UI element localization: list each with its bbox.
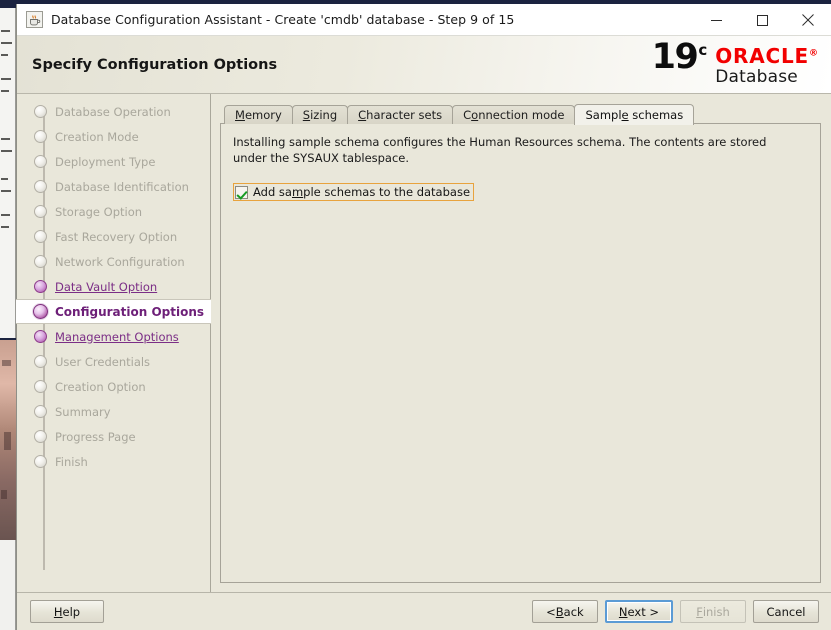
sidebar-item-summary: Summary	[17, 399, 210, 424]
sidebar-item-fast-recovery-option: Fast Recovery Option	[17, 224, 210, 249]
step-node-icon	[34, 430, 47, 443]
step-navigation-sidebar: Database Operation Creation Mode Deploymen…	[16, 94, 211, 592]
window-title: Database Configuration Assistant - Creat…	[51, 12, 515, 27]
step-node-icon	[34, 355, 47, 368]
sidebar-item-label: Fast Recovery Option	[55, 229, 178, 244]
sidebar-item-label: Storage Option	[55, 204, 143, 219]
sidebar-item-label: Management Options	[55, 329, 179, 344]
sidebar-item-creation-option: Creation Option	[17, 374, 210, 399]
step-node-icon	[34, 130, 47, 143]
step-node-icon	[34, 205, 47, 218]
finish-button: Finish	[680, 600, 746, 623]
step-node-icon	[34, 155, 47, 168]
step-node-icon	[34, 230, 47, 243]
sidebar-item-user-credentials: User Credentials	[17, 349, 210, 374]
panel-description: Installing sample schema configures the …	[233, 135, 767, 165]
sidebar-item-database-identification: Database Identification	[17, 174, 210, 199]
add-sample-schemas-label: Add sample schemas to the database	[253, 185, 471, 199]
background-document-window	[0, 8, 16, 338]
page-header: Specify Configuration Options 19 c ORACL…	[17, 36, 831, 94]
step-node-icon	[34, 180, 47, 193]
step-node-icon	[33, 304, 48, 319]
window-body: Database Operation Creation Mode Deploymen…	[16, 94, 831, 592]
page-title: Specify Configuration Options	[32, 56, 278, 73]
sidebar-item-label: Configuration Options	[55, 304, 205, 319]
tab-label: Sizing	[302, 108, 338, 122]
background-lower-window	[0, 540, 16, 630]
title-bar: Database Configuration Assistant - Creat…	[17, 4, 831, 36]
tab-label: Character sets	[358, 108, 443, 122]
sidebar-item-label: Creation Option	[55, 379, 146, 394]
sample-schemas-panel: Installing sample schema configures the …	[220, 123, 821, 583]
button-bar: Help < Back Next > Finish Cancel	[17, 592, 831, 630]
step-node-icon	[34, 280, 47, 293]
dbca-window: Database Configuration Assistant - Creat…	[16, 4, 831, 630]
step-node-icon	[34, 405, 47, 418]
tab-label: Connection mode	[463, 108, 565, 122]
cancel-button[interactable]: Cancel	[753, 600, 819, 623]
help-button[interactable]: Help	[30, 600, 104, 623]
sidebar-item-network-configuration: Network Configuration	[17, 249, 210, 274]
logo-brand-text: ORACLE	[715, 43, 809, 68]
content-area: Memory Sizing Character sets Connection mod…	[211, 94, 831, 592]
sidebar-item-database-operation: Database Operation	[17, 99, 210, 124]
logo-version-superscript: c	[698, 41, 708, 59]
minimize-button[interactable]	[693, 4, 739, 36]
close-button[interactable]	[785, 4, 831, 36]
sidebar-item-label: Network Configuration	[55, 254, 185, 269]
sidebar-item-management-options[interactable]: Management Options	[17, 324, 210, 349]
step-node-icon	[34, 455, 47, 468]
sidebar-item-label: Database Operation	[55, 104, 171, 119]
sidebar-item-label: Progress Page	[55, 429, 136, 444]
sidebar-item-configuration-options[interactable]: Configuration Options	[16, 299, 211, 324]
tab-connection-mode[interactable]: Connection mode	[452, 105, 576, 124]
add-sample-schemas-checkbox-row[interactable]: Add sample schemas to the database	[233, 183, 475, 201]
step-node-icon	[34, 255, 47, 268]
tab-memory[interactable]: Memory	[224, 105, 293, 124]
sidebar-item-label: Summary	[55, 404, 111, 419]
sidebar-item-label: Data Vault Option	[55, 279, 158, 294]
sidebar-item-storage-option: Storage Option	[17, 199, 210, 224]
logo-brand: ORACLE®	[715, 44, 818, 68]
registered-mark-icon: ®	[809, 48, 818, 58]
step-list: Database Operation Creation Mode Deploymen…	[16, 99, 211, 474]
step-node-icon	[34, 105, 47, 118]
tab-label: Sample schemas	[585, 107, 684, 122]
window-controls	[693, 4, 831, 36]
step-node-icon	[34, 380, 47, 393]
oracle-database-logo: 19 c ORACLE® Database	[652, 40, 818, 87]
tab-character-sets[interactable]: Character sets	[347, 105, 454, 124]
next-button[interactable]: Next >	[604, 600, 673, 623]
sidebar-item-deployment-type: Deployment Type	[17, 149, 210, 174]
back-button[interactable]: < Back	[531, 600, 598, 623]
sidebar-item-creation-mode: Creation Mode	[17, 124, 210, 149]
wizard-navigation-buttons: < Back Next > Finish Cancel	[531, 600, 819, 623]
sidebar-item-label: User Credentials	[55, 354, 151, 369]
step-node-icon	[34, 330, 47, 343]
background-photo	[0, 340, 16, 540]
java-coffee-cup-icon	[26, 11, 43, 28]
logo-version: 19	[651, 37, 699, 77]
sidebar-item-label: Creation Mode	[55, 129, 139, 144]
sidebar-item-label: Database Identification	[55, 179, 189, 194]
sidebar-item-label: Finish	[55, 454, 88, 469]
sidebar-item-progress-page: Progress Page	[17, 424, 210, 449]
sidebar-item-data-vault-option[interactable]: Data Vault Option	[17, 274, 210, 299]
sidebar-item-label: Deployment Type	[55, 154, 156, 169]
tab-strip: Memory Sizing Character sets Connection mod…	[220, 103, 821, 125]
checkbox-checked-icon[interactable]	[235, 185, 248, 199]
maximize-button[interactable]	[739, 4, 785, 36]
sidebar-item-finish: Finish	[17, 449, 210, 474]
logo-product: Database	[715, 66, 798, 87]
tab-sizing[interactable]: Sizing	[291, 105, 349, 124]
tab-label: Memory	[235, 108, 282, 122]
tab-sample-schemas[interactable]: Sample schemas	[574, 104, 695, 125]
